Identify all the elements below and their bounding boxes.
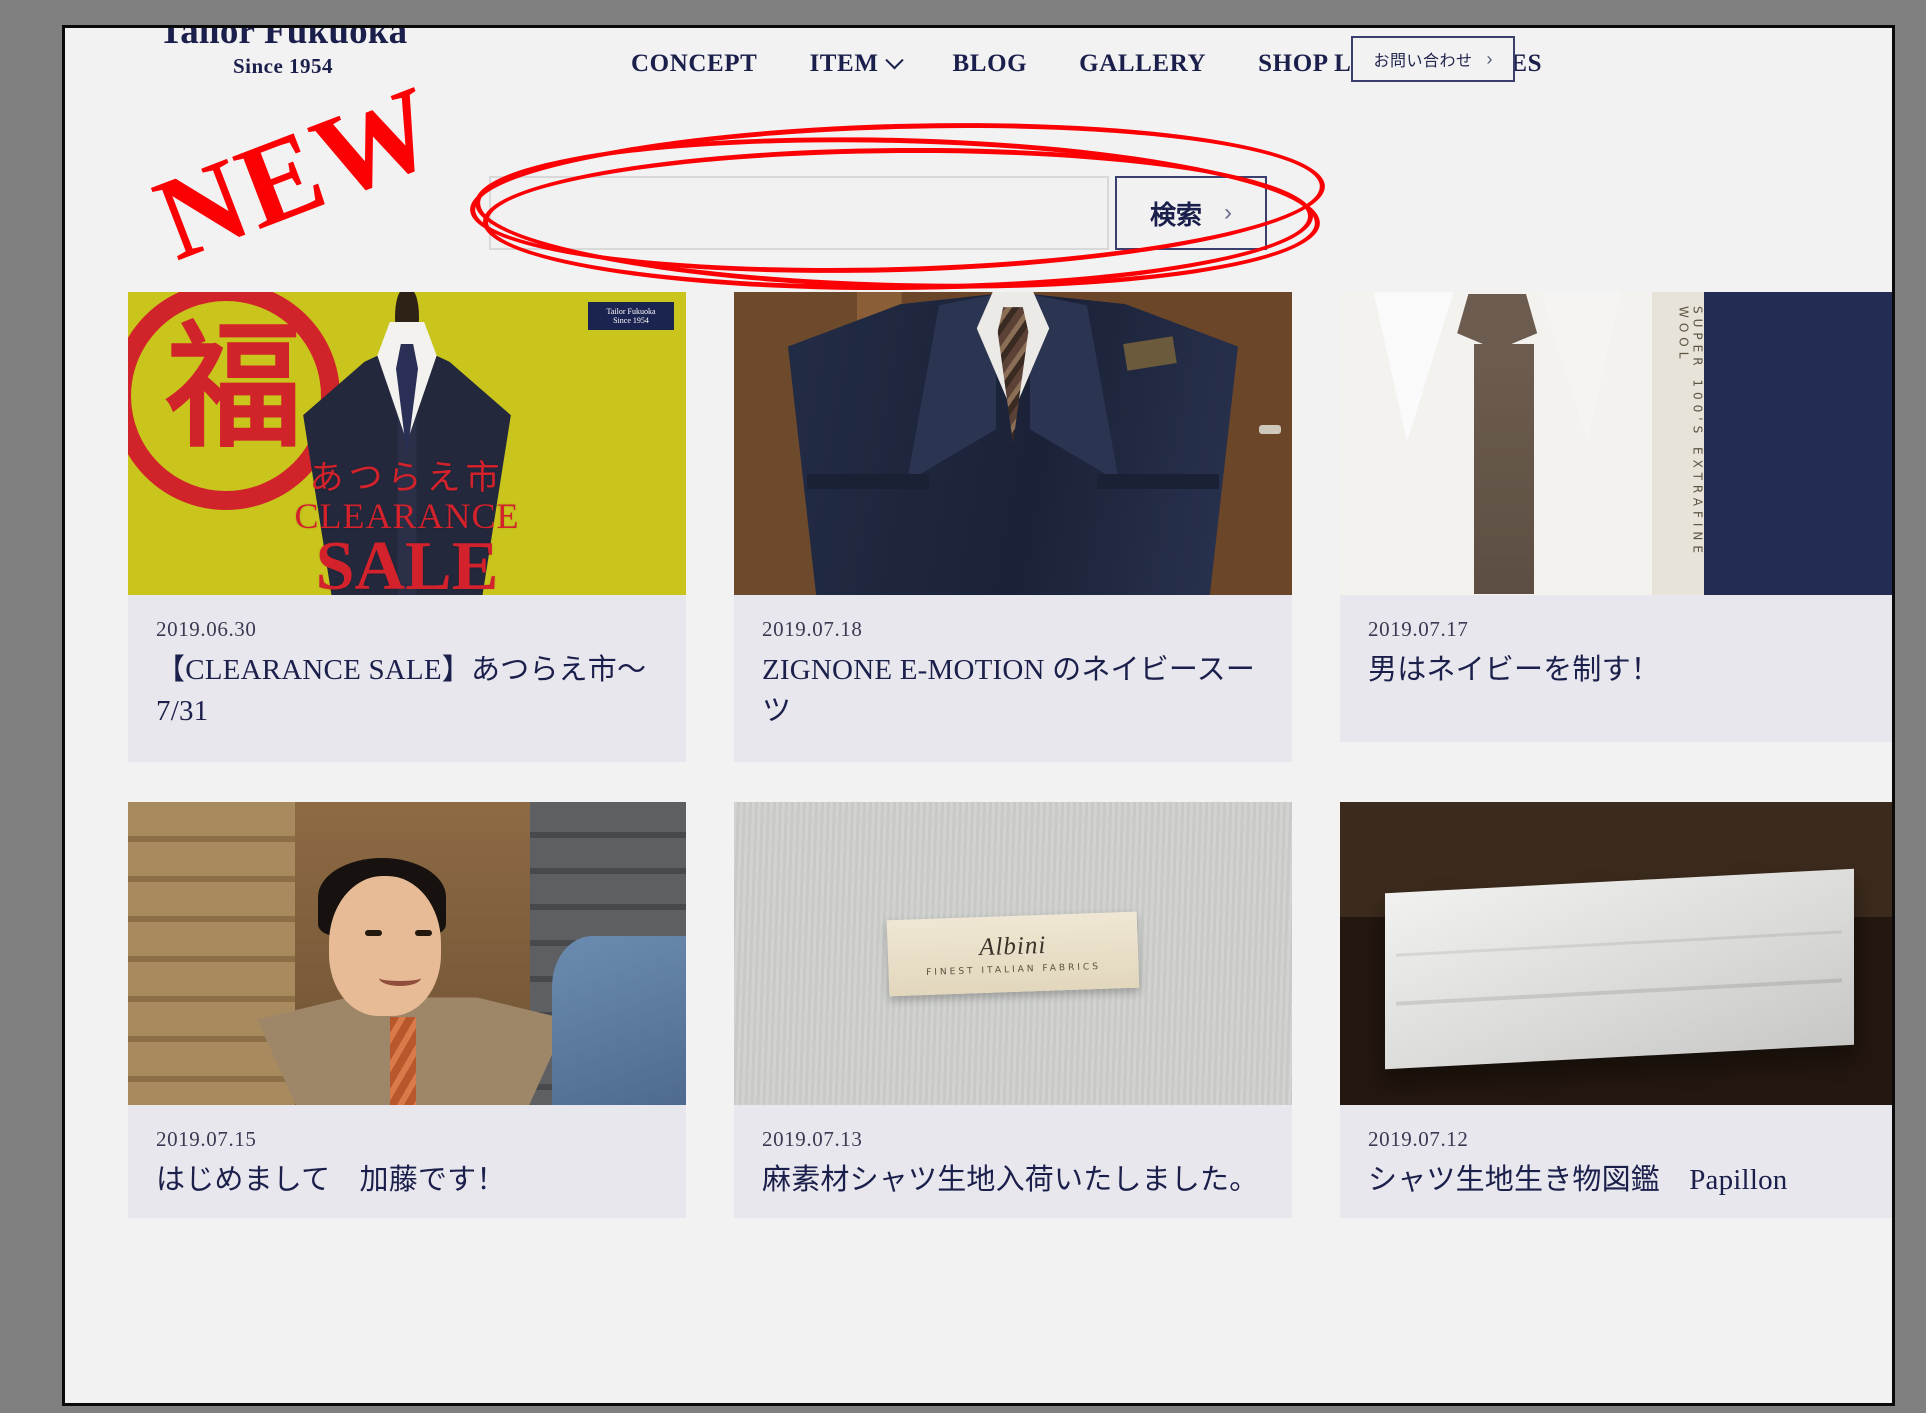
poster-brand-tag: Tailor Fukuoka Since 1954 [588, 302, 674, 330]
chevron-right-icon: › [1486, 48, 1493, 69]
card-thumbnail [734, 292, 1292, 595]
search-button[interactable]: 検索 › [1115, 176, 1267, 250]
contact-button-label: お問い合わせ [1373, 51, 1473, 70]
card-body: 2019.07.18 ZIGNONE E-MOTION のネイビースーツ [734, 595, 1292, 763]
albini-linen-label-image: Albini FINEST ITALIAN FABRICS [734, 802, 1292, 1106]
card-title[interactable]: はじめまして 加藤です！ [156, 1160, 658, 1201]
card-thumbnail: Albini FINEST ITALIAN FABRICS [734, 802, 1292, 1106]
search-input[interactable] [489, 176, 1109, 250]
left-pocket-flap [806, 473, 930, 489]
card-date: 2019.06.30 [156, 617, 257, 641]
customer-denim-jacket [552, 935, 686, 1106]
card-title[interactable]: ZIGNONE E-MOTION のネイビースーツ [762, 650, 1264, 732]
nav-label-gallery: GALLERY [1079, 50, 1207, 77]
blog-card[interactable]: SUPER 100'S EXTRAFINE WOOL 2019.07.17 男は… [1340, 292, 1892, 762]
poster-line-japanese: あつらえ市 [309, 458, 505, 498]
card-date: 2019.07.12 [1368, 1127, 1469, 1152]
navy-suit-photo-image [734, 292, 1292, 595]
search-button-label: 検索 [1149, 200, 1202, 231]
card-body: 2019.07.15 はじめまして 加藤です！ [128, 1105, 686, 1218]
card-date: 2019.07.18 [762, 617, 863, 641]
card-title[interactable]: 男はネイビーを制す！ [1368, 650, 1870, 691]
poster-tag-brand: Tailor Fukuoka [606, 307, 656, 316]
blog-card[interactable]: 2019.07.18 ZIGNONE E-MOTION のネイビースーツ [734, 292, 1292, 763]
card-thumbnail [1340, 802, 1892, 1106]
chevron-down-icon [884, 50, 904, 69]
card-thumbnail: SUPER 100'S EXTRAFINE WOOL [1340, 292, 1892, 595]
card-date: 2019.07.15 [156, 1127, 257, 1152]
tie-blade [1473, 344, 1534, 594]
nav-item-gallery[interactable]: GALLERY [1053, 50, 1232, 78]
poster-text-block: あつらえ市 CLEARANCE SALE [128, 450, 686, 595]
clearance-sale-poster-image: 福 Tailor Fukuoka Since 1954 あつらえ市 CLEARA… [128, 292, 686, 595]
blog-card[interactable]: 福 Tailor Fukuoka Since 1954 あつらえ市 CLEARA… [128, 292, 686, 763]
right-eye [415, 930, 433, 937]
card-date: 2019.07.17 [1368, 617, 1469, 641]
right-pocket-flap [1096, 473, 1220, 489]
card-body: 2019.06.30 【CLEARANCE SALE】あつらえ市〜7/31 [128, 595, 686, 763]
poster-line-sale: SALE [315, 528, 499, 595]
folded-cloth [1384, 868, 1854, 1070]
door-handle [1258, 425, 1281, 435]
brown-tie-navy-fabric-image: SUPER 100'S EXTRAFINE WOOL [1340, 292, 1892, 595]
contact-button[interactable]: お問い合わせ › [1351, 36, 1515, 82]
blog-card[interactable]: 2019.07.12 シャツ生地生き物図鑑 Papillon [1340, 802, 1892, 1218]
left-collar [1373, 292, 1454, 442]
nav-label-blog: BLOG [952, 50, 1028, 77]
site-header: Tailor Fukuoka Since 1954 CONCEPT ITEM B… [65, 28, 1892, 103]
card-body: 2019.07.13 麻素材シャツ生地入荷いたしました。 [734, 1105, 1292, 1218]
card-body: 2019.07.12 シャツ生地生き物図鑑 Papillon [1340, 1105, 1892, 1218]
nav-item-item[interactable]: ITEM [783, 50, 926, 78]
shop-staff-portrait-image [128, 802, 686, 1106]
label-subtitle: FINEST ITALIAN FABRICS [925, 961, 1102, 978]
fabric-brand-label: Albini FINEST ITALIAN FABRICS [886, 911, 1140, 997]
browser-page-frame: Tailor Fukuoka Since 1954 CONCEPT ITEM B… [62, 25, 1895, 1406]
card-thumbnail [128, 802, 686, 1106]
card-title[interactable]: 麻素材シャツ生地入荷いたしました。 [762, 1160, 1264, 1201]
search-row: 検索 › [489, 176, 1267, 250]
card-date: 2019.07.13 [762, 1127, 863, 1152]
brand-tagline: Since 1954 [232, 53, 334, 78]
page-content: Tailor Fukuoka Since 1954 CONCEPT ITEM B… [65, 28, 1892, 1403]
blog-card[interactable]: 2019.07.15 はじめまして 加藤です！ [128, 802, 686, 1218]
poster-tag-since: Since 1954 [613, 316, 649, 326]
chevron-right-icon: › [1224, 199, 1232, 226]
card-thumbnail: 福 Tailor Fukuoka Since 1954 あつらえ市 CLEARA… [128, 292, 686, 595]
tie-knot [1457, 294, 1538, 350]
nav-label-item: ITEM [809, 50, 879, 77]
left-eye [365, 930, 383, 937]
folded-white-fabric-image [1340, 802, 1892, 1106]
site-logo[interactable]: Tailor Fukuoka Since 1954 [123, 25, 443, 79]
card-body: 2019.07.17 男はネイビーを制す！ [1340, 595, 1892, 742]
staff-face [328, 876, 441, 1017]
card-title[interactable]: 【CLEARANCE SALE】あつらえ市〜7/31 [156, 650, 658, 732]
nav-item-concept[interactable]: CONCEPT [605, 50, 783, 78]
blog-card[interactable]: Albini FINEST ITALIAN FABRICS 2019.07.13… [734, 802, 1292, 1218]
nav-label-concept: CONCEPT [631, 50, 758, 77]
shelf-wall-left [128, 802, 296, 1106]
card-title[interactable]: シャツ生地生き物図鑑 Papillon [1368, 1160, 1870, 1201]
selvedge-text: SUPER 100'S EXTRAFINE WOOL [1676, 306, 1705, 558]
brand-name: Tailor Fukuoka [158, 25, 408, 52]
right-collar [1540, 292, 1621, 442]
nav-item-blog[interactable]: BLOG [927, 50, 1054, 78]
label-brand-name: Albini [978, 931, 1047, 962]
staff-necktie [390, 1017, 417, 1106]
blog-card-grid: 福 Tailor Fukuoka Since 1954 あつらえ市 CLEARA… [128, 292, 1892, 1218]
